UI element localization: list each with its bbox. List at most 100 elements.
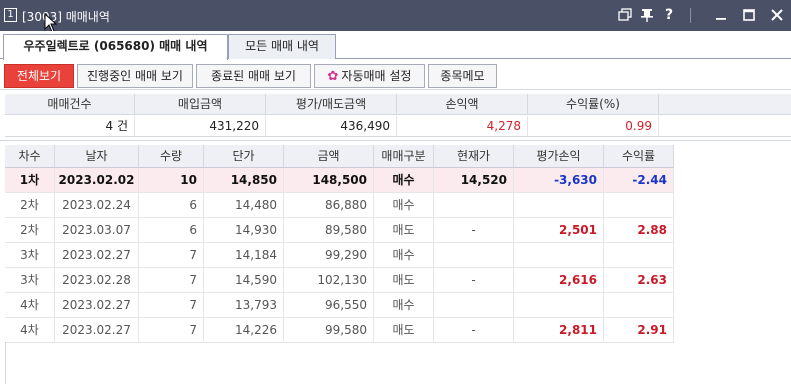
gear-icon: ✿ bbox=[327, 69, 339, 84]
title-bar: 1 [3003] 매매내역 ? bbox=[0, 0, 791, 33]
summary-count: 4 건 bbox=[5, 116, 135, 137]
restore-icon[interactable] bbox=[616, 6, 634, 24]
cell-rate: 2.88 bbox=[604, 218, 674, 243]
cell-type: 매수 bbox=[374, 293, 434, 318]
cell-amount: 148,500 bbox=[284, 168, 374, 193]
cell-amount: 99,580 bbox=[284, 318, 374, 343]
cell-date: 2023.02.02 bbox=[55, 168, 139, 193]
subtab-view-all[interactable]: 전체보기 bbox=[4, 64, 74, 88]
cell-type: 매도 bbox=[374, 218, 434, 243]
cell-current: - bbox=[434, 318, 514, 343]
subtab-in-progress[interactable]: 진행중인 매매 보기 bbox=[77, 64, 193, 88]
cell-qty: 6 bbox=[139, 193, 204, 218]
cell-current bbox=[434, 243, 514, 268]
cell-price: 14,930 bbox=[204, 218, 284, 243]
cell-current bbox=[434, 293, 514, 318]
col-header-seq[interactable]: 차수 bbox=[5, 145, 55, 168]
cell-current bbox=[434, 193, 514, 218]
cell-seq: 3차 bbox=[5, 243, 55, 268]
window-number-badge[interactable]: 1 bbox=[4, 8, 17, 22]
cell-price: 14,184 bbox=[204, 243, 284, 268]
cell-rate: -2.44 bbox=[604, 168, 674, 193]
tab-all-trade-history[interactable]: 모든 매매 내역 bbox=[228, 34, 336, 59]
cell-qty: 7 bbox=[139, 243, 204, 268]
col-header-amount[interactable]: 금액 bbox=[284, 145, 374, 168]
cell-type: 매수 bbox=[374, 243, 434, 268]
col-header-current[interactable]: 현재가 bbox=[434, 145, 514, 168]
divider bbox=[0, 140, 791, 141]
cell-pnl bbox=[514, 193, 604, 218]
subtab-auto-trade-label: 자동매매 설정 bbox=[341, 69, 412, 83]
mouse-cursor-icon bbox=[44, 13, 58, 33]
summary-eval-amount: 436,490 bbox=[266, 116, 397, 137]
cell-qty: 7 bbox=[139, 268, 204, 293]
cell-rate: 2.91 bbox=[604, 318, 674, 343]
cell-current: - bbox=[434, 218, 514, 243]
cell-amount: 96,550 bbox=[284, 293, 374, 318]
cell-amount: 99,290 bbox=[284, 243, 374, 268]
help-icon[interactable]: ? bbox=[660, 6, 678, 24]
cell-qty: 7 bbox=[139, 318, 204, 343]
summary-rate: 0.99 bbox=[528, 116, 659, 137]
cell-pnl bbox=[514, 293, 604, 318]
cell-rate bbox=[604, 243, 674, 268]
subtab-auto-trade-settings[interactable]: ✿ 자동매매 설정 bbox=[314, 64, 425, 88]
cell-seq: 2차 bbox=[5, 193, 55, 218]
cell-pnl bbox=[514, 243, 604, 268]
close-icon[interactable] bbox=[768, 6, 786, 24]
tab-stock-trade-history[interactable]: 우주일렉트로 (065680) 매매 내역 bbox=[3, 34, 228, 60]
window-title: [3003] 매매내역 bbox=[22, 10, 110, 24]
cell-date: 2023.03.07 bbox=[55, 218, 139, 243]
col-header-qty[interactable]: 수량 bbox=[139, 145, 204, 168]
top-tab-bar: 우주일렉트로 (065680) 매매 내역 모든 매매 내역 bbox=[0, 31, 791, 60]
summary-header-pnl: 손익액 bbox=[397, 94, 528, 115]
cell-seq: 4차 bbox=[5, 293, 55, 318]
maximize-icon[interactable] bbox=[740, 6, 758, 24]
cell-current: - bbox=[434, 268, 514, 293]
cell-rate: 2.63 bbox=[604, 268, 674, 293]
cell-amount: 102,130 bbox=[284, 268, 374, 293]
pin-icon[interactable] bbox=[638, 6, 656, 24]
cell-seq: 4차 bbox=[5, 318, 55, 343]
cell-date: 2023.02.27 bbox=[55, 318, 139, 343]
col-header-price[interactable]: 단가 bbox=[204, 145, 284, 168]
summary-buy-amount: 431,220 bbox=[135, 116, 266, 137]
cell-rate bbox=[604, 293, 674, 318]
cell-price: 14,590 bbox=[204, 268, 284, 293]
divider bbox=[0, 89, 791, 90]
col-header-date[interactable]: 날자 bbox=[55, 145, 139, 168]
cell-pnl: -3,630 bbox=[514, 168, 604, 193]
col-header-type[interactable]: 매매구분 bbox=[374, 145, 434, 168]
cell-date: 2023.02.28 bbox=[55, 268, 139, 293]
cell-amount: 89,580 bbox=[284, 218, 374, 243]
summary-header-eval-amount: 평가/매도금액 bbox=[266, 94, 397, 115]
col-header-pnl[interactable]: 평가손익 bbox=[514, 145, 604, 168]
subtab-stock-memo[interactable]: 종목메모 bbox=[428, 64, 497, 88]
cell-amount: 86,880 bbox=[284, 193, 374, 218]
col-header-rate[interactable]: 수익률 bbox=[604, 145, 674, 168]
cell-type: 매수 bbox=[374, 193, 434, 218]
cell-current: 14,520 bbox=[434, 168, 514, 193]
minimize-icon[interactable] bbox=[712, 6, 730, 24]
cell-seq: 3차 bbox=[5, 268, 55, 293]
cell-pnl: 2,501 bbox=[514, 218, 604, 243]
summary-header-buy-amount: 매입금액 bbox=[135, 94, 266, 115]
cell-pnl: 2,811 bbox=[514, 318, 604, 343]
cell-price: 14,480 bbox=[204, 193, 284, 218]
summary-header-empty bbox=[659, 94, 791, 115]
cell-qty: 6 bbox=[139, 218, 204, 243]
summary-header-count: 매매건수 bbox=[5, 94, 135, 115]
cell-date: 2023.02.27 bbox=[55, 243, 139, 268]
cell-rate bbox=[604, 193, 674, 218]
cell-price: 14,850 bbox=[204, 168, 284, 193]
cell-qty: 7 bbox=[139, 293, 204, 318]
cell-type: 매도 bbox=[374, 268, 434, 293]
summary-empty bbox=[659, 116, 791, 137]
cell-date: 2023.02.24 bbox=[55, 193, 139, 218]
cell-seq: 2차 bbox=[5, 218, 55, 243]
summary-pnl: 4,278 bbox=[397, 116, 528, 137]
cell-type: 매수 bbox=[374, 168, 434, 193]
cell-price: 14,226 bbox=[204, 318, 284, 343]
cell-price: 13,793 bbox=[204, 293, 284, 318]
subtab-closed[interactable]: 종료된 매매 보기 bbox=[196, 64, 311, 88]
